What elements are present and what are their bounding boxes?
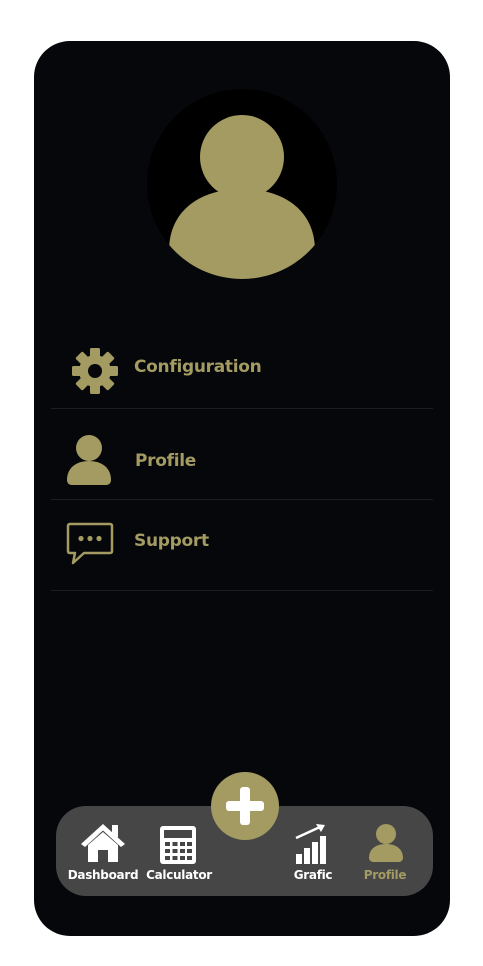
divider: [51, 590, 433, 591]
app-screen: Configuration Profile Support Dashboard …: [34, 41, 450, 936]
nav-item-grafic[interactable]: Grafic: [283, 822, 343, 886]
user-icon: [66, 434, 112, 491]
menu-item-configuration[interactable]: Configuration: [51, 331, 433, 409]
gear-icon: [71, 347, 119, 400]
nav-label: Profile: [363, 868, 407, 882]
nav-item-profile-active[interactable]: Profile: [353, 822, 417, 886]
plus-icon: [226, 787, 264, 825]
menu-item-profile[interactable]: Profile: [51, 409, 433, 500]
bar-chart-icon: [294, 824, 332, 869]
user-icon: [368, 824, 404, 867]
profile-avatar[interactable]: [147, 89, 337, 279]
chat-bubble-icon: [66, 522, 114, 571]
nav-item-calculator[interactable]: Calculator: [144, 822, 214, 886]
menu-item-label: Profile: [135, 451, 197, 471]
menu-item-label: Support: [134, 531, 209, 551]
nav-label: Grafic: [293, 868, 333, 882]
nav-item-dashboard[interactable]: Dashboard: [66, 822, 140, 886]
menu-item-support[interactable]: Support: [51, 500, 433, 591]
nav-label: Calculator: [146, 868, 212, 882]
nav-label: Dashboard: [67, 868, 139, 882]
avatar-user-icon: [169, 115, 315, 279]
menu-item-label: Configuration: [134, 357, 262, 377]
calculator-icon: [160, 826, 196, 869]
add-button[interactable]: [211, 772, 279, 840]
home-icon: [79, 822, 127, 867]
